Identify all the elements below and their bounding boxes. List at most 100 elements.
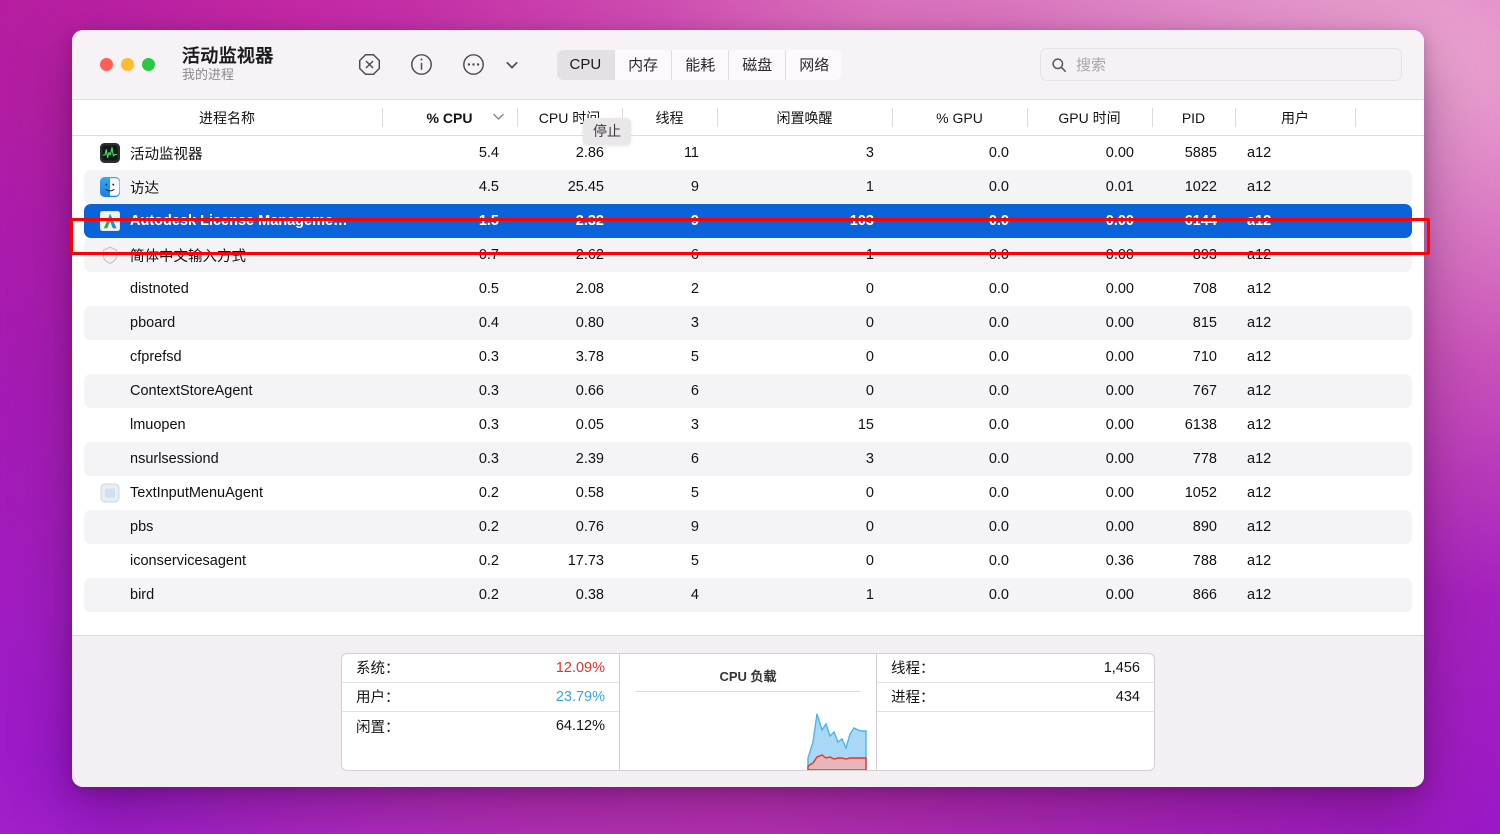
cpu-load-graph	[620, 692, 876, 770]
cell-user: a12	[1247, 451, 1272, 467]
cell-idle-wakeups: 0	[865, 383, 874, 399]
stat-system-label: 系统：	[356, 661, 400, 677]
cell-user: a12	[1247, 553, 1272, 569]
table-row[interactable]: distnoted 0.5 2.08 2 0 0.0 0.00 708 a12	[72, 272, 1424, 306]
view-tab-group[interactable]: CPU 内存 能耗 磁盘 网络	[556, 49, 843, 80]
chevron-down-icon[interactable]	[499, 52, 525, 78]
stat-user: 用户： 23.79%	[342, 683, 619, 712]
close-button[interactable]	[100, 58, 113, 71]
stat-processes-label: 进程：	[891, 690, 935, 706]
cell-pid: 6144	[1184, 213, 1217, 229]
cell-user: a12	[1247, 349, 1272, 365]
zoom-button[interactable]	[142, 58, 155, 71]
cell-gpu-percent: 0.0	[988, 451, 1009, 467]
column-header-gpu-time[interactable]: GPU 时间	[1027, 100, 1152, 135]
stat-idle-value: 64.12%	[555, 718, 605, 734]
tab-network[interactable]: 网络	[785, 49, 843, 80]
tab-cpu[interactable]: CPU	[556, 49, 615, 80]
minimize-button[interactable]	[121, 58, 134, 71]
cell-process-name: bird	[72, 585, 382, 605]
cell-cpu-time: 0.66	[575, 383, 604, 399]
tab-disk[interactable]: 磁盘	[728, 49, 786, 80]
cell-threads: 3	[690, 315, 699, 331]
table-row[interactable]: lmuopen 0.3 0.05 3 15 0.0 0.00 6138 a12	[72, 408, 1424, 442]
process-name-label: distnoted	[130, 281, 189, 297]
cell-idle-wakeups: 3	[865, 145, 874, 161]
table-row[interactable]: nsurlsessiond 0.3 2.39 6 3 0.0 0.00 778 a12	[72, 442, 1424, 476]
cell-idle-wakeups: 3	[865, 451, 874, 467]
stop-process-icon[interactable]	[357, 52, 383, 78]
cell-threads: 6	[690, 451, 699, 467]
stat-idle: 闲置： 64.12%	[342, 712, 619, 741]
cell-gpu-time: 0.00	[1105, 383, 1134, 399]
activity-monitor-icon	[100, 143, 120, 163]
toolbar-icon-group	[357, 52, 525, 78]
cell-threads: 6	[690, 247, 699, 263]
table-row[interactable]: Autodesk License Manageme… 1.5 2.32 9 103 0.0…	[72, 204, 1424, 238]
table-row[interactable]: bird 0.2 0.38 4 1 0.0 0.00 866 a12	[72, 578, 1424, 612]
cell-user: a12	[1247, 417, 1272, 433]
cell-cpu-percent: 0.2	[478, 519, 499, 535]
cpu-load-graph-panel: CPU 负载	[619, 652, 877, 771]
more-options-icon[interactable]	[461, 52, 487, 78]
table-row[interactable]: 访达 4.5 25.45 9 1 0.0 0.01 1022 a12	[72, 170, 1424, 204]
column-header-idle-wakeups[interactable]: 闲置唤醒	[717, 100, 892, 135]
table-row[interactable]: TextInputMenuAgent 0.2 0.58 5 0 0.0 0.00 1052 a1…	[72, 476, 1424, 510]
table-row[interactable]: iconservicesagent 0.2 17.73 5 0 0.0 0.36 788 a12	[72, 544, 1424, 578]
cell-cpu-percent: 0.3	[478, 383, 499, 399]
search-field[interactable]: 搜索	[1040, 48, 1402, 81]
process-name-label: cfprefsd	[130, 349, 182, 365]
autodesk-icon	[99, 210, 121, 232]
cell-process-name: pboard	[72, 313, 382, 333]
cell-threads: 9	[690, 519, 699, 535]
cell-gpu-time: 0.00	[1105, 281, 1134, 297]
cell-user: a12	[1247, 315, 1272, 331]
sort-chevron-down-icon	[492, 112, 505, 124]
tab-memory[interactable]: 内存	[614, 49, 672, 80]
cell-gpu-percent: 0.0	[988, 349, 1009, 365]
cell-threads: 5	[690, 349, 699, 365]
process-name-label: 简体中文输入方式	[130, 248, 246, 265]
table-row[interactable]: pbs 0.2 0.76 9 0 0.0 0.00 890 a12	[72, 510, 1424, 544]
cell-idle-wakeups: 0	[865, 281, 874, 297]
table-row[interactable]: 简体中文输入方式 0.7 2.62 6 1 0.0 0.00 893 a12	[72, 238, 1424, 272]
cell-cpu-percent: 0.5	[478, 281, 499, 297]
cell-gpu-percent: 0.0	[988, 553, 1009, 569]
inspect-process-icon[interactable]	[409, 52, 435, 78]
column-header-name[interactable]: 进程名称	[72, 100, 382, 135]
process-table-body[interactable]: 活动监视器 5.4 2.86 11 3 0.0 0.00 5885 a12 访达 4.5 25.45 9…	[72, 136, 1424, 635]
column-header-pid[interactable]: PID	[1152, 100, 1235, 135]
cell-gpu-time: 0.00	[1105, 349, 1134, 365]
cell-cpu-percent: 0.2	[478, 485, 499, 501]
cell-process-name: pbs	[72, 517, 382, 537]
table-row[interactable]: 活动监视器 5.4 2.86 11 3 0.0 0.00 5885 a12	[72, 136, 1424, 170]
cell-threads: 4	[690, 587, 699, 603]
table-row[interactable]: pboard 0.4 0.80 3 0 0.0 0.00 815 a12	[72, 306, 1424, 340]
column-header-user[interactable]: 用户	[1235, 100, 1355, 135]
cell-process-name: 活动监视器	[72, 143, 382, 164]
tab-energy[interactable]: 能耗	[671, 49, 729, 80]
column-header-threads[interactable]: 线程	[622, 100, 717, 135]
cell-gpu-percent: 0.0	[988, 417, 1009, 433]
stat-user-value: 23.79%	[555, 688, 605, 705]
column-header-gpu[interactable]: % GPU	[892, 100, 1027, 135]
cell-pid: 767	[1192, 383, 1217, 399]
table-row[interactable]: ContextStoreAgent 0.3 0.66 6 0 0.0 0.00 767 a12	[72, 374, 1424, 408]
table-row[interactable]: cfprefsd 0.3 3.78 5 0 0.0 0.00 710 a12	[72, 340, 1424, 374]
cell-gpu-time: 0.00	[1105, 145, 1134, 161]
column-header-cpu[interactable]: % CPU	[382, 100, 517, 135]
cell-process-name: 简体中文输入方式	[72, 245, 382, 266]
cell-cpu-percent: 0.2	[478, 587, 499, 603]
search-placeholder: 搜索	[1076, 57, 1107, 74]
cell-cpu-time: 3.78	[575, 349, 604, 365]
cell-idle-wakeups: 1	[865, 587, 874, 603]
cell-process-name: 访达	[72, 177, 382, 198]
cell-cpu-time: 2.39	[575, 451, 604, 467]
cpu-load-graph-title: CPU 负载	[719, 668, 777, 684]
cell-cpu-time: 0.58	[575, 485, 604, 501]
cell-user: a12	[1247, 587, 1272, 603]
cell-pid: 710	[1192, 349, 1217, 365]
cell-gpu-time: 0.00	[1105, 587, 1134, 603]
cell-gpu-time: 0.00	[1105, 417, 1134, 433]
cell-user: a12	[1247, 383, 1272, 399]
